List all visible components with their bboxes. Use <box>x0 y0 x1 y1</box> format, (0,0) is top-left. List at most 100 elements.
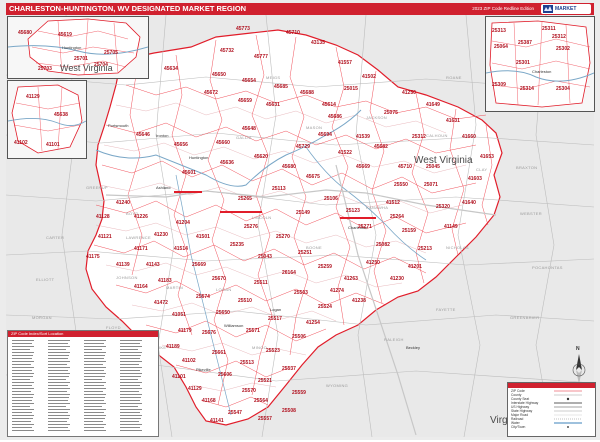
zip-label: 41179 <box>178 328 192 334</box>
place-label: Ashland <box>156 185 171 190</box>
zip-label: 25251 <box>298 250 312 256</box>
zip-label: 41502 <box>362 74 376 80</box>
zip-label: 41274 <box>330 288 344 294</box>
zip-label: 25701 <box>74 56 88 62</box>
zip-label: 41522 <box>338 150 352 156</box>
zip-label: 25510 <box>238 298 252 304</box>
county-label: ELLIOTT <box>36 277 55 282</box>
zip-label: 25537 <box>282 366 296 372</box>
zip-label: 41168 <box>202 398 216 404</box>
zip-label: 45669 <box>356 164 370 170</box>
zip-label: 45710 <box>398 164 412 170</box>
compass-rose-icon <box>572 354 586 384</box>
county-label: MEIGS <box>266 75 281 80</box>
map-title: CHARLESTON-HUNTINGTON, WV DESIGNATED MAR… <box>9 4 247 13</box>
zip-label: 45710 <box>286 30 300 36</box>
zip-label: 41051 <box>172 312 186 318</box>
zip-label: 25071 <box>424 182 438 188</box>
legend-item: City/Town <box>511 425 526 429</box>
zip-label: 25106 <box>324 196 338 202</box>
compass-label: N <box>576 346 580 352</box>
county-label: MARTIN <box>166 285 184 290</box>
zip-label: 41512 <box>386 200 400 206</box>
zip-label: 25521 <box>258 378 272 384</box>
zip-label: 25550 <box>394 182 408 188</box>
highlight-rule <box>174 191 202 193</box>
highlight-rule <box>340 217 376 219</box>
zip-label: 41141 <box>210 418 224 424</box>
county-label: ROANE <box>446 75 462 80</box>
zip-label: 25213 <box>418 246 432 252</box>
inset-map-charleston[interactable]: 25313 25311 25387 25302 25304 25064 2530… <box>485 16 595 112</box>
county-label: MASON <box>306 125 323 130</box>
zip-label: 41557 <box>338 60 352 66</box>
zip-label: 45672 <box>204 90 218 96</box>
county-label: WYOMING <box>326 383 349 388</box>
zip-label: 41250 <box>402 90 416 96</box>
zip-label: 45648 <box>242 126 256 132</box>
inset-place-label: Huntington <box>62 45 82 50</box>
zip-label: 25661 <box>212 350 226 356</box>
zip-label: 25309 <box>492 82 506 88</box>
zip-label: 25235 <box>230 242 244 248</box>
title-bar: CHARLESTON-HUNTINGTON, WV DESIGNATED MAR… <box>6 3 594 22</box>
county-label: CLAY <box>476 167 488 172</box>
zip-label: 45694 <box>318 132 332 138</box>
zip-label: 41472 <box>154 300 168 306</box>
zip-label: 25271 <box>358 224 372 230</box>
zip-label: 45631 <box>266 102 280 108</box>
inset-map-ashland[interactable]: 41102 41101 45638 41129 <box>7 80 87 159</box>
zip-label: 41101 <box>46 142 60 148</box>
zip-label: 41263 <box>344 276 358 282</box>
county-label: MORGAN <box>32 315 52 320</box>
zip-label: 45636 <box>220 160 234 166</box>
zip-label: 25517 <box>268 316 282 322</box>
inset-map-huntington[interactable]: 45680 45619 25705 25704 25701 25703 Hunt… <box>7 16 149 79</box>
county-label: KANAWHA <box>366 205 389 210</box>
zip-label: 25159 <box>402 228 416 234</box>
inset-place-label: Charleston <box>532 69 552 74</box>
county-label: WEBSTER <box>520 211 542 216</box>
zip-label: 45619 <box>58 32 72 38</box>
zip-label: 41143 <box>146 262 160 268</box>
zip-label: 25064 <box>494 44 508 50</box>
county-label: NICHOLAS <box>446 245 469 250</box>
zip-label: 45686 <box>328 114 342 120</box>
zip-label: 41230 <box>154 232 168 238</box>
state-label-wv-inset: West Virginia <box>60 63 113 73</box>
zip-index-panel: ZIP Code Index/Sort Location <box>7 330 159 437</box>
zip-label: 41653 <box>480 154 494 160</box>
zip-label: 45656 <box>174 142 188 148</box>
zip-label: 25557 <box>258 416 272 422</box>
zip-label: 45634 <box>164 66 178 72</box>
zip-label: 45660 <box>216 140 230 146</box>
zip-label: 45682 <box>374 144 388 150</box>
zip-label: 43135 <box>311 40 325 46</box>
zip-label: 25506 <box>292 334 306 340</box>
logo-icon <box>543 5 553 13</box>
county-label: CARTER <box>46 235 65 240</box>
zip-label: 45620 <box>254 154 268 160</box>
zip-label: 41129 <box>188 386 202 392</box>
zip-label: 25559 <box>292 390 306 396</box>
zip-label: 25564 <box>254 398 268 404</box>
county-label: POCAHONTAS <box>532 265 563 270</box>
zip-label: 25703 <box>38 66 52 72</box>
zip-label: 25650 <box>216 310 230 316</box>
zip-label: 25113 <box>272 186 286 192</box>
zip-label: 41250 <box>366 260 380 266</box>
zip-label: 45729 <box>296 144 310 150</box>
zip-label: 25313 <box>492 28 506 34</box>
zip-label: 25503 <box>294 290 308 296</box>
zip-label: 41631 <box>446 118 460 124</box>
zip-label: 25149 <box>296 210 310 216</box>
zip-label: 45675 <box>306 174 320 180</box>
place-label: Pikeville <box>196 367 211 372</box>
county-label: LINCOLN <box>252 215 272 220</box>
edition-note: 2023 ZIP Code Redline Edition <box>472 6 534 11</box>
zip-label: 25571 <box>246 328 260 334</box>
zip-label: 45659 <box>238 98 252 104</box>
zip-label: 45685 <box>274 84 288 90</box>
county-label: GALLIA <box>236 135 252 140</box>
zip-label: 41102 <box>14 140 28 146</box>
